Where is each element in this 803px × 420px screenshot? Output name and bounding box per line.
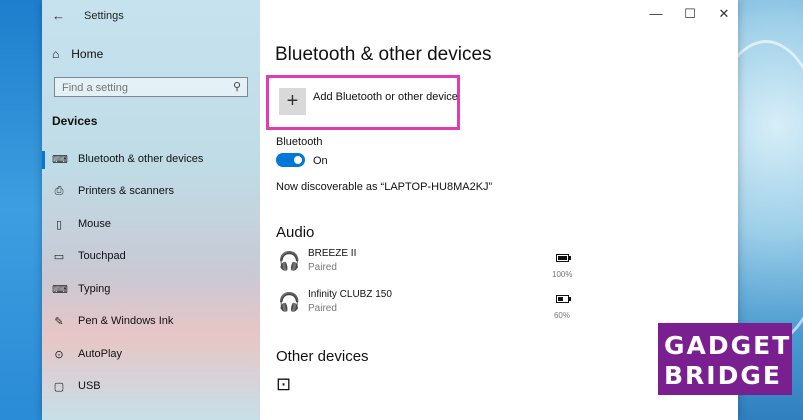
battery-icon — [555, 254, 571, 262]
battery-indicator: 100% — [552, 249, 572, 279]
printer-icon: ⎙ — [54, 184, 64, 197]
battery-indicator: 60% — [552, 290, 572, 320]
add-device-button[interactable]: Add Bluetooth or other device — [313, 91, 458, 103]
sidebar-item-label: Mouse — [78, 218, 112, 230]
logo-line-2: BRIDGE — [664, 361, 782, 390]
audio-device-item[interactable]: 🎧 BREEZE II Paired 100% — [276, 248, 576, 280]
device-name: BREEZE II — [308, 248, 357, 259]
settings-window: ← Settings ⌂ Home ⚲ Devices ⌨ Bluetooth … — [42, 0, 738, 420]
home-label: Home — [71, 47, 104, 61]
autoplay-icon: ⊙ — [54, 348, 64, 361]
touchpad-icon: ▭ — [53, 250, 65, 263]
sidebar-item-usb[interactable]: ▢ USB — [52, 376, 101, 396]
highlight-box: + Add Bluetooth or other device — [266, 75, 460, 130]
audio-heading: Audio — [276, 224, 315, 241]
logo-line-1: GADGET — [664, 331, 792, 360]
sidebar-item-typing[interactable]: ⌨ Typing — [52, 279, 110, 299]
battery-percent: 60% — [553, 311, 570, 320]
sidebar-item-pen[interactable]: ✎ Pen & Windows Ink — [52, 311, 173, 331]
watermark-logo: GADGET BRIDGE — [658, 323, 792, 395]
battery-icon — [555, 295, 571, 303]
discoverable-text: Now discoverable as “LAPTOP-HU8MA2KJ” — [276, 181, 493, 193]
sidebar-item-label: Bluetooth & other devices — [78, 153, 204, 165]
sidebar-item-autoplay[interactable]: ⊙ AutoPlay — [52, 344, 122, 364]
section-label-devices: Devices — [52, 114, 98, 128]
page-title: Bluetooth & other devices — [275, 44, 492, 65]
home-icon: ⌂ — [52, 47, 60, 61]
sidebar-item-label: USB — [78, 380, 101, 392]
sidebar-item-touchpad[interactable]: ▭ Touchpad — [52, 246, 126, 266]
sidebar-item-label: Touchpad — [78, 250, 126, 262]
device-status: Paired — [308, 303, 337, 314]
home-link[interactable]: ⌂ Home — [52, 47, 103, 61]
sidebar-item-label: Printers & scanners — [78, 185, 174, 197]
device-status: Paired — [308, 262, 337, 273]
sidebar-item-label: Typing — [78, 283, 111, 295]
back-arrow-icon[interactable]: ← — [52, 8, 65, 23]
bluetooth-toggle[interactable] — [276, 153, 305, 167]
headphones-icon: 🎧 — [278, 251, 301, 271]
selected-indicator — [42, 151, 45, 169]
keyboard-icon: ⌨ — [52, 283, 68, 296]
sidebar-item-bluetooth[interactable]: ⌨ Bluetooth & other devices — [52, 149, 203, 169]
headphones-icon: 🎧 — [278, 292, 301, 312]
search-input[interactable] — [55, 79, 222, 97]
pen-icon: ✎ — [54, 315, 64, 328]
bluetooth-devices-icon: ⌨ — [52, 153, 68, 166]
battery-percent: 100% — [552, 270, 573, 279]
sidebar-item-printers[interactable]: ⎙ Printers & scanners — [52, 181, 174, 201]
bluetooth-label: Bluetooth — [276, 136, 323, 148]
desktop-wallpaper-left — [0, 0, 42, 420]
mouse-icon: ▯ — [55, 218, 63, 231]
plus-icon[interactable]: + — [279, 88, 306, 115]
app-title: Settings — [84, 10, 124, 22]
search-icon[interactable]: ⚲ — [233, 80, 241, 93]
maximize-button[interactable]: ☐ — [680, 6, 700, 22]
sidebar-item-mouse[interactable]: ▯ Mouse — [52, 214, 111, 234]
other-devices-heading: Other devices — [276, 348, 369, 365]
sidebar-item-label: Pen & Windows Ink — [78, 315, 174, 327]
display-device-icon[interactable]: ⊡ — [276, 374, 291, 395]
sidebar-item-label: AutoPlay — [78, 348, 123, 360]
bluetooth-state: On — [313, 155, 328, 167]
minimize-button[interactable]: — — [646, 6, 666, 21]
device-name: Infinity CLUBZ 150 — [308, 289, 392, 300]
usb-icon: ▢ — [53, 380, 65, 393]
search-field[interactable]: ⚲ — [54, 77, 248, 97]
sidebar: ← Settings ⌂ Home ⚲ Devices ⌨ Bluetooth … — [42, 0, 260, 420]
close-button[interactable]: ✕ — [714, 6, 734, 22]
audio-device-item[interactable]: 🎧 Infinity CLUBZ 150 Paired 60% — [276, 289, 576, 321]
